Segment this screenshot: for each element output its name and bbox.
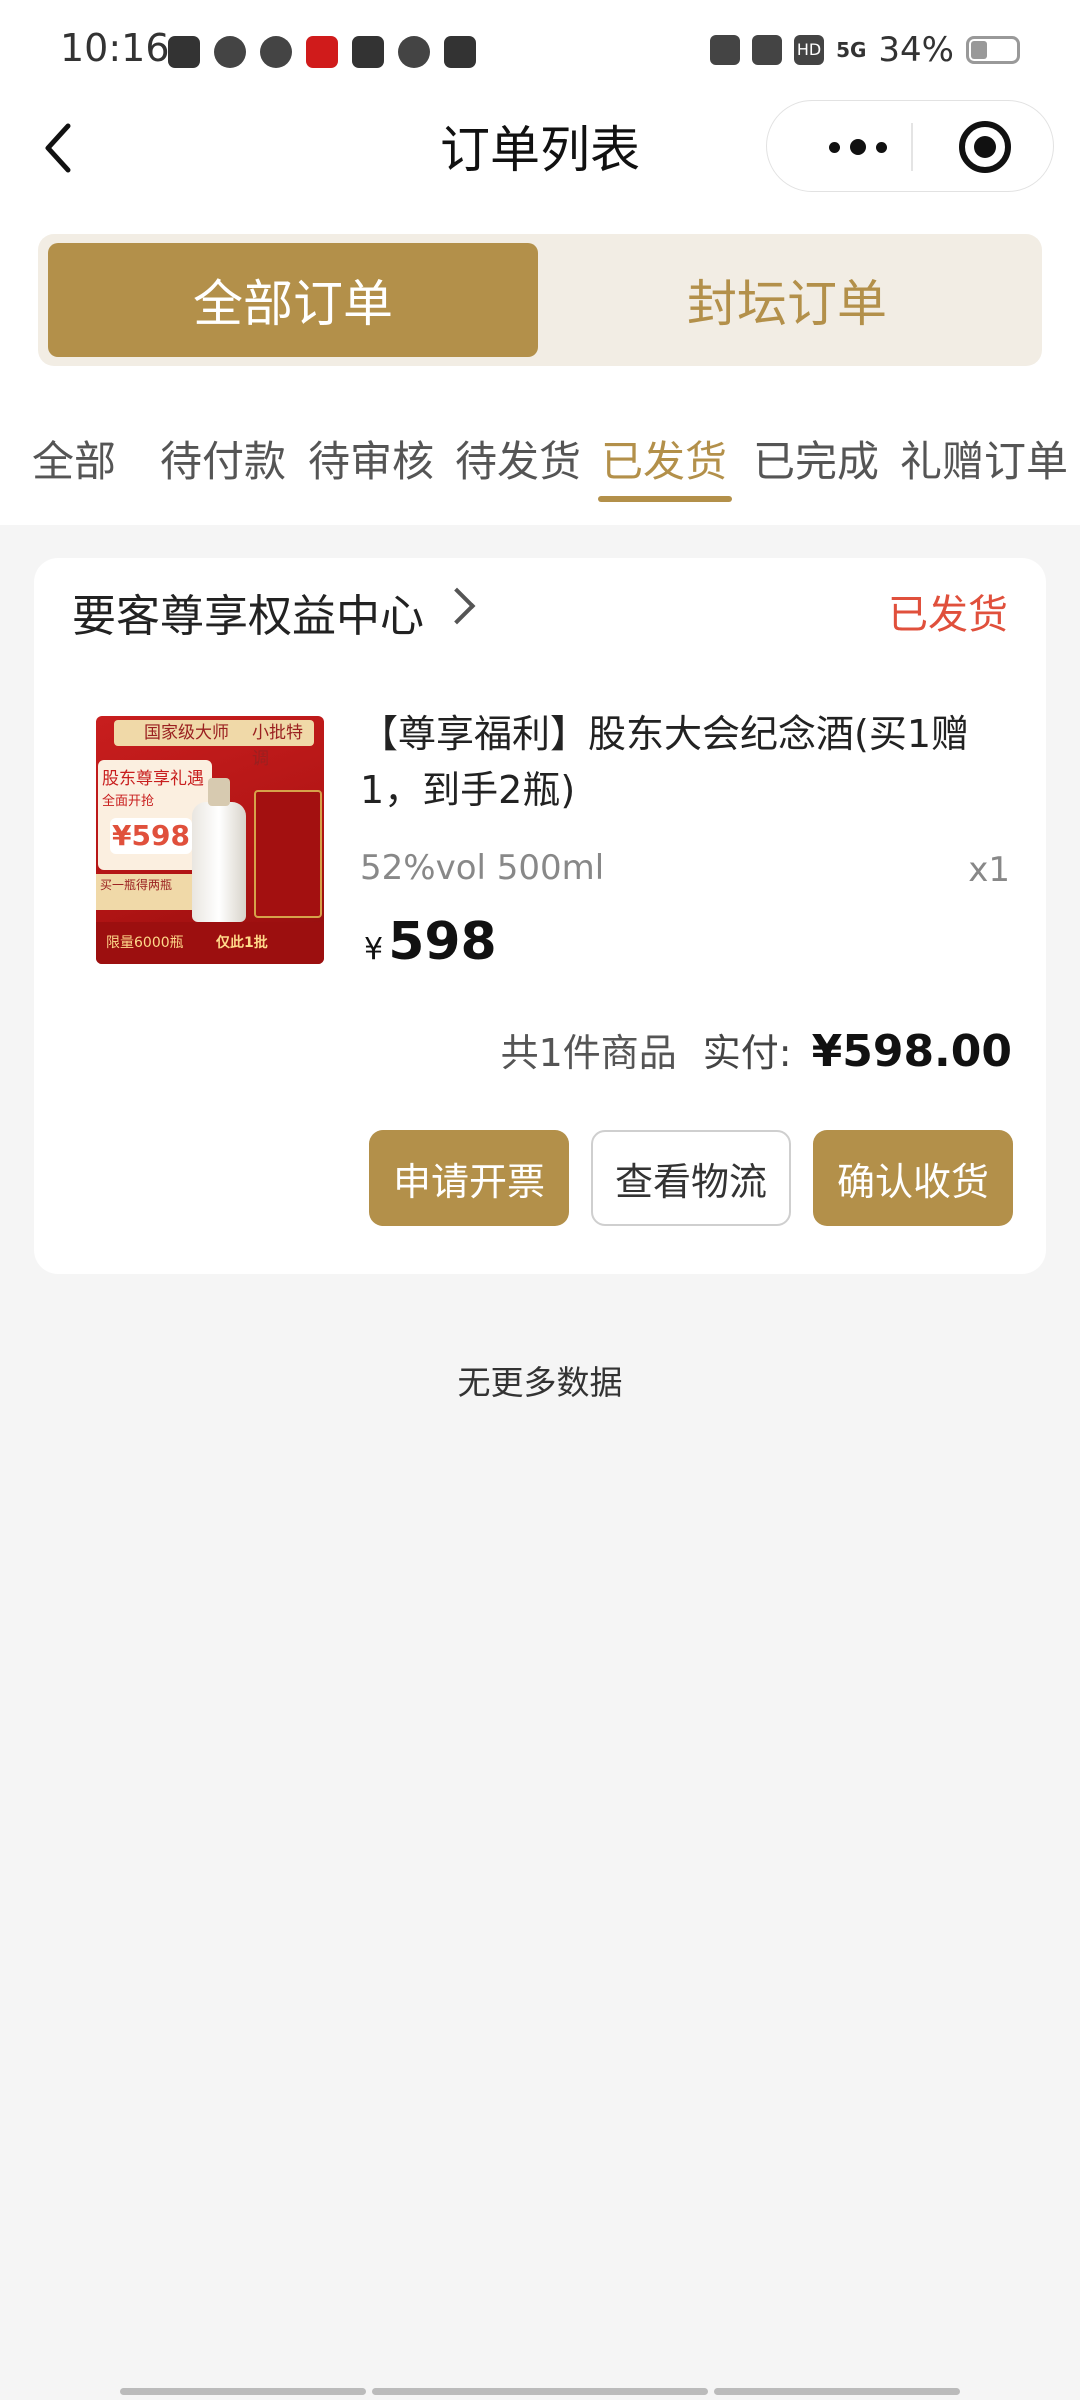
tab-completed[interactable]: 已完成 [753,428,879,489]
hd-icon: HD [794,35,825,65]
chevron-right-icon [438,587,476,625]
more-dots-icon [829,141,840,153]
du-icon [260,36,292,68]
paid-amount: ¥598.00 [811,1026,1012,1077]
tab-pending-payment[interactable]: 待付款 [160,428,286,489]
view-logistics-button[interactable]: 查看物流 [591,1130,791,1226]
product-spec: 52%vol 500ml [360,848,605,888]
notification-icons [168,36,476,68]
tab-pending-shipment[interactable]: 待发货 [455,428,581,489]
segment-all-orders[interactable]: 全部订单 [48,243,538,357]
alarm-icon [710,35,741,65]
bottle-illustration [192,778,246,922]
product-image-footer: 限量6000瓶 仅此1批 [96,922,324,964]
active-tab-indicator [598,496,732,502]
red-app-icon [306,36,338,68]
paid-label: 实付: [702,1031,792,1075]
signal-icon: 5G [836,38,867,62]
status-bar: 10:16 HD 5G 34% [0,0,1080,100]
price-value: 598 [388,912,497,972]
app-icon [168,36,200,68]
tab-gift-orders[interactable]: 礼赠订单 [900,428,1068,489]
product-image[interactable]: 国家级大师 小批特调 股东尊享礼遇 全面开抢 ¥598 买一瓶得两瓶 限量600… [96,716,324,964]
gesture-bar-segment [714,2388,960,2395]
currency-symbol: ¥ [364,932,384,967]
status-time: 10:16 [60,26,170,70]
gesture-bar-segment [372,2388,708,2395]
tab-all[interactable]: 全部 [32,428,116,489]
product-image-offer: 买一瓶得两瓶 [96,874,206,910]
capsule-divider [911,123,913,171]
confirm-receipt-button[interactable]: 确认收货 [813,1130,1013,1226]
play-icon [352,36,384,68]
target-icon [974,136,996,158]
shield-icon [214,36,246,68]
calendar-icon [444,36,476,68]
miniprogram-capsule [766,100,1054,192]
vibrate-icon [752,35,783,65]
order-card[interactable]: 要客尊享权益中心 已发货 国家级大师 小批特调 股东尊享礼遇 全面开抢 ¥598… [34,558,1046,1274]
product-image-banner: 国家级大师 小批特调 [114,720,314,769]
product-price: ¥ 598 [364,912,497,972]
order-status-badge: 已发货 [888,592,1008,638]
request-invoice-button[interactable]: 申请开票 [369,1130,569,1226]
system-icons: HD 5G 34% [710,30,1020,70]
more-button[interactable] [803,101,913,193]
item-count: 共1件商品 [500,1031,677,1075]
product-quantity: x1 [968,850,1010,890]
tab-shipped[interactable]: 已发货 [601,428,727,489]
close-button[interactable] [959,121,1011,173]
no-more-data-text: 无更多数据 [457,1363,623,1402]
segment-sealed-orders[interactable]: 封坛订单 [542,243,1032,357]
battery-percent: 34% [878,30,954,70]
tab-pending-review[interactable]: 待审核 [308,428,434,489]
order-type-segment: 全部订单 封坛订单 [38,234,1042,366]
order-summary: 共1件商品 实付: ¥598.00 [501,1022,1012,1077]
battery-icon [966,36,1020,64]
gesture-bar-segment [120,2388,366,2395]
send-icon [398,36,430,68]
product-title[interactable]: 【尊享福利】股东大会纪念酒(买1赠1，到手2瓶) [360,706,1010,818]
gift-box-illustration [254,790,322,918]
shop-name[interactable]: 要客尊享权益中心 [72,580,424,644]
